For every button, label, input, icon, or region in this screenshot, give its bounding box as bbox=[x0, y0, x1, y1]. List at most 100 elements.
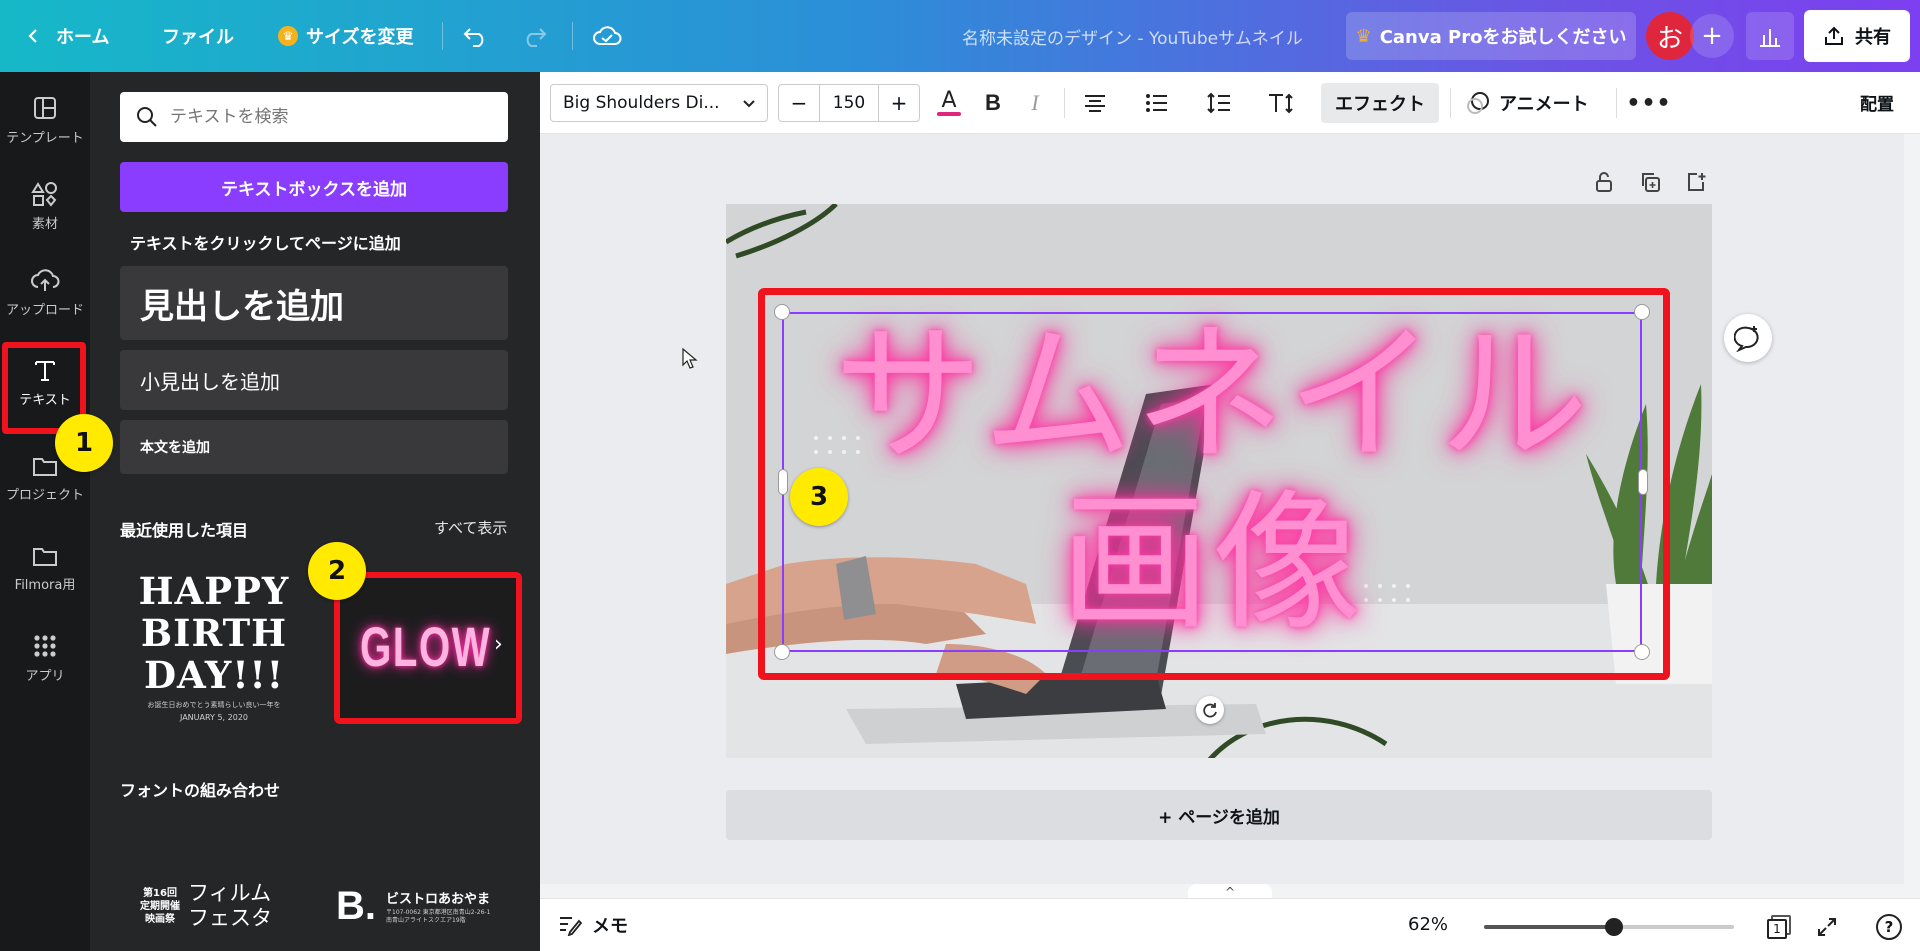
divider bbox=[442, 22, 443, 50]
upload-icon bbox=[31, 268, 60, 291]
add-comment-button[interactable] bbox=[1724, 314, 1772, 362]
mouse-cursor-icon bbox=[682, 348, 698, 369]
insights-button[interactable] bbox=[1746, 12, 1794, 60]
zoom-percentage[interactable]: 62% bbox=[1408, 914, 1448, 935]
elements-icon bbox=[31, 181, 57, 207]
home-label: ホーム bbox=[56, 27, 110, 48]
combo-name-block: ビストロあおやま 〒107-0062 東京都港区南青山2-26-1 南青山アライ… bbox=[386, 888, 490, 925]
italic-icon[interactable]: I bbox=[1016, 84, 1054, 122]
combo-right-text: フィルム フェスタ bbox=[188, 881, 272, 931]
template-icon bbox=[34, 96, 56, 119]
fullscreen-icon[interactable] bbox=[1810, 910, 1844, 944]
add-subheading-button[interactable]: 小見出しを追加 bbox=[120, 350, 508, 410]
text-size-transform-icon[interactable] bbox=[1262, 84, 1300, 122]
zoom-slider-thumb[interactable] bbox=[1605, 918, 1623, 936]
annotation-highlight-text-element bbox=[758, 288, 1670, 680]
try-pro-button[interactable]: ♛ Canva Proをお試しください bbox=[1346, 12, 1636, 60]
help-button[interactable]: ? bbox=[1872, 910, 1906, 944]
add-body-button[interactable]: 本文を追加 bbox=[120, 420, 508, 474]
page-count-button[interactable]: 1 bbox=[1762, 910, 1796, 944]
font-combo-film-festa[interactable]: 第16回 定期開催 映画祭 フィルム フェスタ bbox=[140, 878, 300, 934]
happy-line: HAPPY bbox=[138, 569, 290, 613]
add-textbox-button[interactable]: テキストボックスを追加 bbox=[120, 162, 508, 212]
panel-caption: テキストをクリックしてページに追加 bbox=[130, 234, 401, 253]
font-size-value[interactable]: 150 bbox=[819, 85, 879, 121]
step-badge-2: 2 bbox=[308, 542, 366, 600]
step-badge-1: 1 bbox=[55, 414, 113, 472]
list-icon[interactable] bbox=[1138, 84, 1176, 122]
more-options-icon[interactable]: ••• bbox=[1626, 84, 1670, 122]
rail-label: アップロード bbox=[5, 302, 84, 318]
combo-name: ビストロあおやま bbox=[386, 891, 491, 907]
rail-label: テンプレート bbox=[6, 130, 84, 146]
annotation-highlight-glow bbox=[334, 572, 522, 724]
rail-item-filmora[interactable]: Filmora用 bbox=[0, 528, 90, 608]
combo-right-line2: フェスタ bbox=[188, 906, 272, 930]
day-line: DAY!!! bbox=[143, 653, 285, 697]
chevron-down-icon bbox=[743, 100, 755, 108]
bold-icon[interactable]: B bbox=[974, 84, 1012, 122]
animate-label: アニメート bbox=[1499, 94, 1589, 115]
avatar[interactable]: お bbox=[1646, 12, 1694, 60]
search-input[interactable] bbox=[170, 107, 490, 127]
combo-mark: B. bbox=[336, 883, 376, 928]
add-page-icon[interactable] bbox=[1682, 168, 1710, 196]
effects-button[interactable]: エフェクト bbox=[1321, 83, 1439, 123]
text-color-swatch bbox=[937, 112, 961, 116]
rotate-icon[interactable] bbox=[1196, 696, 1224, 724]
save-status-button[interactable] bbox=[592, 0, 622, 72]
undo-icon bbox=[463, 28, 484, 47]
crown-icon: ♛ bbox=[278, 26, 298, 46]
decrease-size-button[interactable]: − bbox=[779, 85, 819, 121]
resize-label: サイズを変更 bbox=[306, 27, 414, 48]
undo-button[interactable] bbox=[462, 0, 490, 72]
crown-icon: ♛ bbox=[1355, 25, 1372, 47]
invite-plus-icon[interactable]: + bbox=[1690, 14, 1734, 58]
redo-button[interactable] bbox=[520, 0, 548, 72]
rail-item-uploads[interactable]: アップロード bbox=[0, 252, 90, 332]
lock-icon[interactable] bbox=[1590, 168, 1618, 196]
happy-birthday-template[interactable]: HAPPY BIRTH DAY!!! お誕生日おめでとう素晴らしい良い一年を J… bbox=[134, 570, 294, 730]
birthday-small-text: お誕生日おめでとう素晴らしい良い一年を bbox=[147, 701, 281, 709]
font-combo-bistro[interactable]: B. ビストロあおやま 〒107-0062 東京都港区南青山2-26-1 南青山… bbox=[336, 878, 506, 934]
increase-size-button[interactable]: + bbox=[879, 85, 919, 121]
file-menu[interactable]: ファイル bbox=[162, 0, 234, 72]
add-heading-button[interactable]: 見出しを追加 bbox=[120, 266, 508, 340]
spacing-icon[interactable] bbox=[1200, 84, 1238, 122]
animate-button[interactable]: アニメート bbox=[1465, 83, 1589, 123]
text-color-button[interactable]: A bbox=[930, 84, 968, 122]
upload-share-icon bbox=[1825, 26, 1843, 45]
home-button[interactable]: ホーム bbox=[24, 0, 109, 72]
text-color-a-icon: A bbox=[941, 88, 957, 113]
share-button[interactable]: 共有 bbox=[1804, 10, 1910, 62]
combo-address: 〒107-0062 東京都港区南青山2-26-1 南青山アライトスクエア19階 bbox=[386, 908, 491, 924]
resize-button[interactable]: ♛ サイズを変更 bbox=[278, 0, 413, 72]
search-icon bbox=[137, 107, 157, 127]
divider bbox=[1616, 88, 1617, 118]
apps-icon bbox=[34, 634, 56, 657]
align-center-icon[interactable] bbox=[1076, 84, 1114, 122]
rail-label: Filmora用 bbox=[14, 577, 76, 593]
add-page-button[interactable]: + ページを追加 bbox=[726, 790, 1712, 840]
rail-item-apps[interactable]: アプリ bbox=[0, 618, 90, 698]
share-label: 共有 bbox=[1855, 27, 1891, 48]
vertical-scrollbar[interactable] bbox=[1904, 134, 1920, 884]
cloud-check-icon bbox=[593, 26, 622, 45]
notes-button[interactable]: メモ bbox=[558, 912, 628, 938]
font-family-value: Big Shoulders Di... bbox=[563, 93, 720, 113]
comment-plus-icon bbox=[1734, 326, 1759, 352]
design-title[interactable]: 名称未設定のデザイン - YouTubeサムネイル bbox=[962, 0, 1303, 72]
rail-item-elements[interactable]: 素材 bbox=[0, 166, 90, 246]
rail-item-templates[interactable]: テンプレート bbox=[0, 80, 90, 160]
folder-icon bbox=[33, 457, 57, 476]
page-count: 1 bbox=[1767, 919, 1787, 939]
arrange-button[interactable]: 配置 bbox=[1860, 90, 1894, 115]
help-icon: ? bbox=[1876, 914, 1902, 940]
duplicate-page-icon[interactable] bbox=[1636, 168, 1664, 196]
pages-icon: 1 bbox=[1767, 915, 1791, 939]
see-all-link[interactable]: すべて表示 bbox=[434, 517, 507, 538]
font-size-stepper[interactable]: − 150 + bbox=[778, 84, 920, 122]
rail-label: 素材 bbox=[31, 216, 58, 232]
font-family-select[interactable]: Big Shoulders Di... bbox=[550, 84, 768, 122]
text-search[interactable] bbox=[120, 92, 508, 142]
